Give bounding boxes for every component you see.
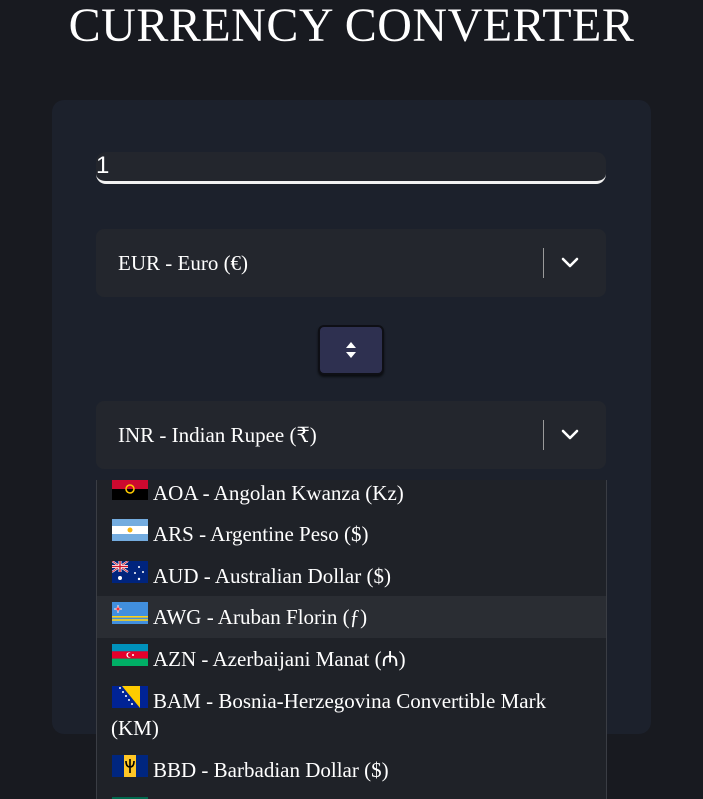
from-currency-label: EUR - Euro (€) <box>118 251 249 275</box>
swap-vertical-icon <box>346 342 356 358</box>
amount-field[interactable] <box>96 152 606 184</box>
page-title: CURRENCY CONVERTER <box>68 0 635 52</box>
from-currency-select[interactable]: EUR - Euro (€) <box>96 229 606 297</box>
option-label: BAM - Bosnia-Herzegovina Convertible Mar… <box>153 689 547 713</box>
option-label: BBD - Barbadian Dollar ($) <box>153 758 389 782</box>
select-separator <box>543 420 544 450</box>
option-label: ARS - Argentine Peso ($) <box>153 522 369 546</box>
currency-dropdown-list[interactable]: AOA - Angolan Kwanza (Kz) ARS - Argentin… <box>96 480 607 799</box>
australia-flag-icon <box>112 561 148 583</box>
option-bbd[interactable]: BBD - Barbadian Dollar ($) <box>97 749 606 791</box>
option-ars[interactable]: ARS - Argentine Peso ($) <box>97 513 606 555</box>
select-separator <box>543 248 544 278</box>
option-next[interactable] <box>97 795 606 799</box>
option-aud[interactable]: AUD - Australian Dollar ($) <box>97 555 606 596</box>
argentina-flag-icon <box>112 519 148 541</box>
to-currency-label: INR - Indian Rupee (₹) <box>118 423 317 447</box>
bosnia-flag-icon <box>112 686 148 708</box>
option-label-continuation: (KM) <box>111 716 159 740</box>
angola-flag-icon <box>112 480 148 500</box>
option-label: AUD - Australian Dollar ($) <box>153 564 391 588</box>
option-bam[interactable]: BAM - Bosnia-Herzegovina Convertible Mar… <box>97 680 606 748</box>
option-label: AWG - Aruban Florin (ƒ) <box>153 605 368 629</box>
option-azn[interactable]: AZN - Azerbaijani Manat (₼) <box>97 638 606 680</box>
option-awg[interactable]: AWG - Aruban Florin (ƒ) <box>97 596 606 638</box>
to-currency-select[interactable]: INR - Indian Rupee (₹) <box>96 401 606 469</box>
aruba-flag-icon <box>112 602 148 624</box>
swap-currencies-button[interactable] <box>318 325 384 375</box>
barbados-flag-icon <box>112 755 148 777</box>
currency-converter-page: CURRENCY CONVERTER EUR - Euro (€) INR - … <box>0 0 703 799</box>
chevron-down-icon[interactable] <box>559 252 581 274</box>
amount-input[interactable] <box>96 152 606 180</box>
chevron-down-icon[interactable] <box>559 424 581 446</box>
option-label: AZN - Azerbaijani Manat (₼) <box>153 647 406 671</box>
option-aoa[interactable]: AOA - Angolan Kwanza (Kz) <box>97 480 606 512</box>
azerbaijan-flag-icon <box>112 644 148 666</box>
option-label: AOA - Angolan Kwanza (Kz) <box>153 481 404 505</box>
